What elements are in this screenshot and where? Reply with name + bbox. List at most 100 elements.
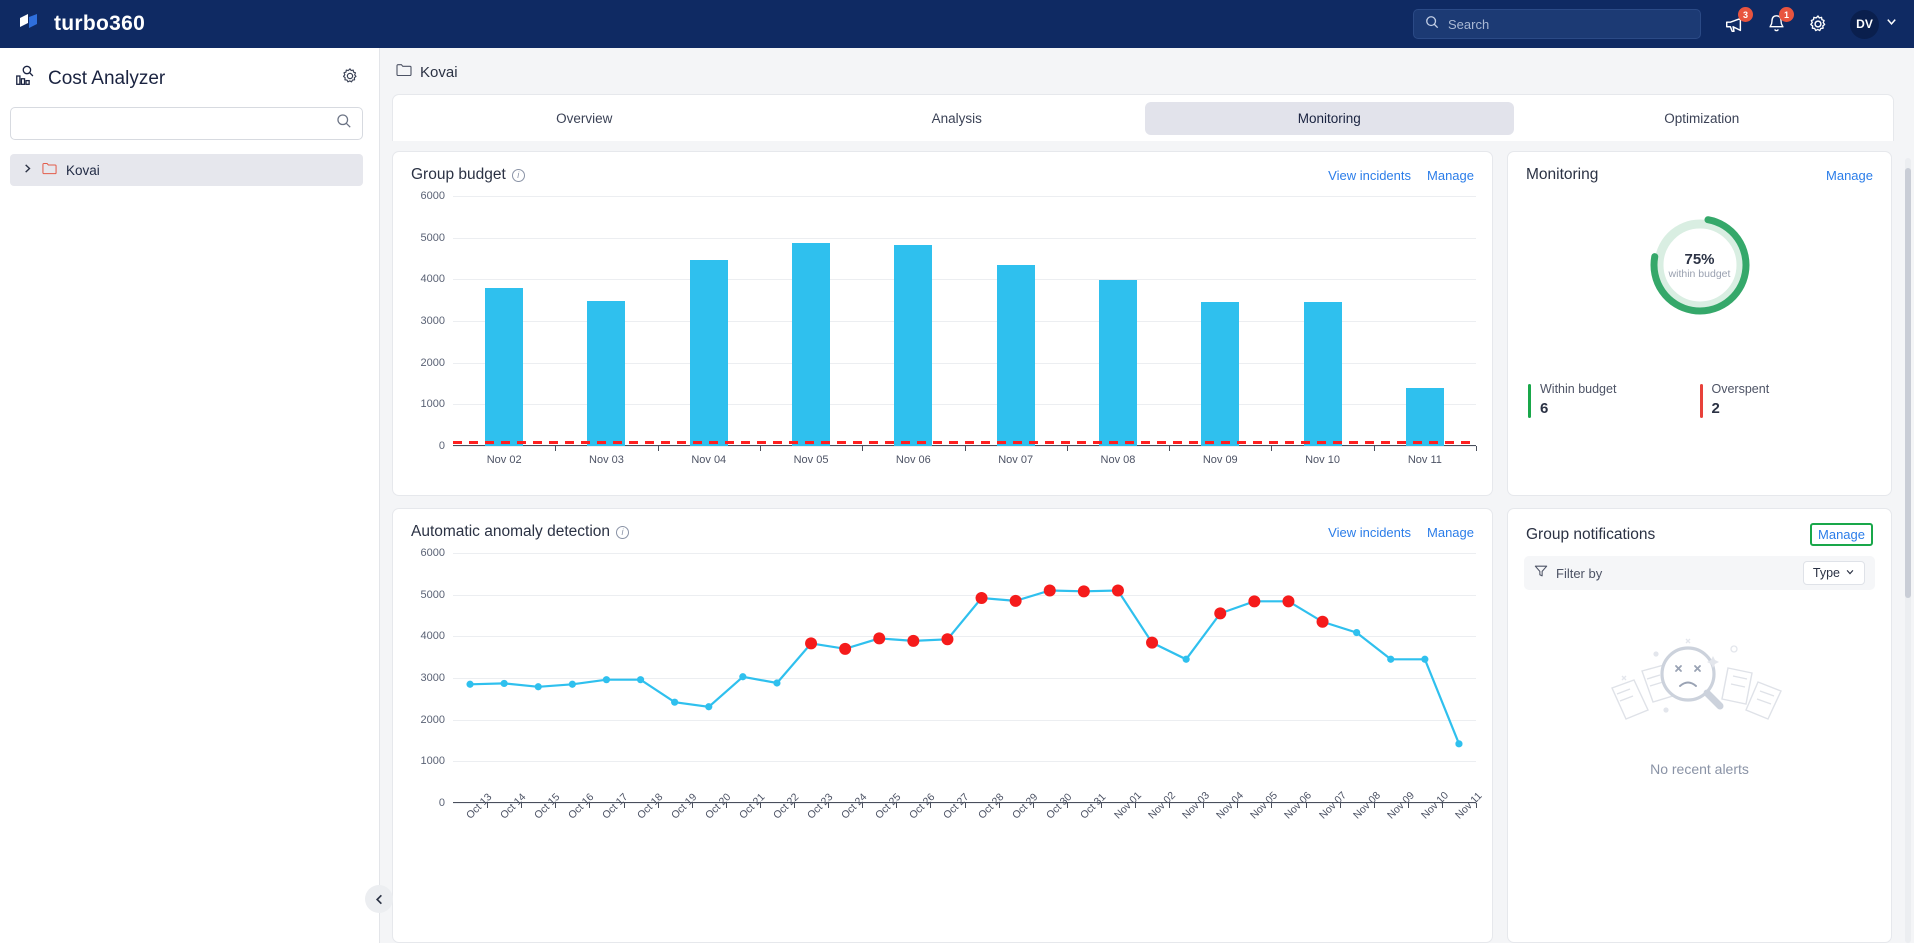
tab-optimization[interactable]: Optimization	[1518, 102, 1887, 135]
manage-link[interactable]: Manage	[1826, 168, 1873, 183]
anomaly-point[interactable]	[1043, 584, 1056, 597]
data-point[interactable]	[1387, 655, 1395, 663]
bar[interactable]	[792, 242, 831, 446]
search-icon	[1425, 15, 1439, 34]
bar[interactable]	[1098, 280, 1137, 446]
data-point[interactable]	[602, 676, 611, 684]
group-budget-chart: 0 1000 2000 3000 4000 5000 6000 Nov 02 Nov 03 No…	[393, 190, 1492, 474]
data-point[interactable]	[671, 698, 679, 706]
anomaly-point[interactable]	[1111, 584, 1124, 597]
y-axis-tick-label: 3000	[420, 672, 445, 684]
notifications-button[interactable]: 1	[1767, 7, 1794, 34]
data-point[interactable]	[568, 680, 576, 688]
chevron-right-icon[interactable]	[22, 161, 33, 179]
data-point[interactable]	[1182, 655, 1190, 663]
bar[interactable]	[689, 260, 728, 446]
data-point[interactable]	[1421, 655, 1429, 663]
bar[interactable]	[587, 301, 626, 446]
sidebar-settings-gear-icon[interactable]	[341, 67, 359, 90]
topbar-actions: 3 1 DV	[1413, 7, 1898, 39]
data-point[interactable]	[1455, 740, 1463, 748]
group-budget-card: Group budget i View incidents Manage 0 10…	[392, 151, 1493, 496]
donut: 75% within budget	[1647, 212, 1753, 318]
bar[interactable]	[996, 264, 1035, 446]
anomaly-point[interactable]	[1248, 595, 1261, 608]
cost-analyzer-icon	[14, 64, 38, 93]
tab-overview[interactable]: Overview	[400, 102, 769, 135]
sidebar-item-kovai[interactable]: Kovai	[10, 154, 363, 186]
data-point[interactable]	[705, 703, 713, 711]
data-point[interactable]	[636, 676, 645, 684]
manage-link[interactable]: Manage	[1427, 168, 1474, 183]
anomaly-point[interactable]	[805, 637, 818, 650]
app-root: turbo360 3	[0, 0, 1914, 943]
sidebar-collapse-button[interactable]	[365, 885, 393, 913]
bar[interactable]	[894, 244, 933, 446]
user-menu[interactable]: DV	[1850, 9, 1898, 39]
data-point[interactable]	[500, 679, 508, 688]
data-point[interactable]	[739, 673, 747, 681]
y-axis-tick-label: 5000	[420, 231, 445, 244]
anomaly-point[interactable]	[907, 634, 920, 647]
anomaly-point[interactable]	[1282, 595, 1295, 608]
type-filter-dropdown[interactable]: Type	[1802, 561, 1865, 585]
announcements-button[interactable]: 3	[1723, 7, 1753, 34]
bar[interactable]	[1201, 302, 1240, 446]
info-icon[interactable]: i	[616, 525, 630, 539]
tab-analysis[interactable]: Analysis	[773, 102, 1142, 135]
gridline	[453, 237, 1476, 239]
legend-value: 6	[1540, 400, 1549, 417]
group-budget-header: Group budget i View incidents Manage	[393, 152, 1492, 190]
anomaly-point[interactable]	[1214, 607, 1227, 620]
anomaly-point[interactable]	[1009, 594, 1022, 607]
y-axis-tick-label: 1000	[420, 755, 445, 768]
data-point[interactable]	[534, 683, 542, 691]
view-incidents-link[interactable]: View incidents	[1328, 168, 1411, 183]
anomaly-point[interactable]	[941, 633, 954, 646]
legend-color-bar	[1699, 384, 1703, 418]
info-icon[interactable]: i	[511, 168, 525, 182]
data-point[interactable]	[1353, 628, 1361, 637]
global-search[interactable]	[1413, 9, 1701, 39]
x-axis-tick-label: Nov 11	[1407, 454, 1442, 466]
anomaly-point[interactable]	[839, 642, 852, 655]
chevron-down-icon	[1845, 566, 1855, 580]
main-scrollbar-thumb[interactable]	[1905, 168, 1911, 598]
anomaly-point[interactable]	[1077, 585, 1090, 598]
left-column: Group budget i View incidents Manage 0 10…	[392, 151, 1493, 943]
brand[interactable]: turbo360	[16, 11, 145, 37]
bar[interactable]	[485, 287, 524, 446]
manage-link[interactable]: Manage	[1810, 523, 1873, 546]
x-axis-tick-label: Nov 06	[895, 454, 931, 466]
y-axis-tick-label: 2000	[420, 713, 445, 726]
data-point[interactable]	[773, 679, 781, 687]
main-content: Kovai Overview Analysis Monitoring Optim…	[380, 48, 1914, 943]
monitoring-card: Monitoring Manage 75% within budget With…	[1507, 151, 1892, 496]
x-axis-tick-label: Nov 07	[998, 454, 1034, 466]
app-body: Cost Analyzer Kovai Kovai Overview Analy…	[0, 48, 1914, 943]
anomaly-point[interactable]	[975, 592, 988, 604]
avatar: DV	[1850, 9, 1879, 39]
sidebar-search-input[interactable]	[21, 116, 336, 131]
anomaly-chart: 0 1000 2000 3000 4000 5000 6000 Oct 13 Oct 14 Oc…	[393, 547, 1492, 863]
dashboard-content: Group budget i View incidents Manage 0 10…	[380, 141, 1914, 943]
anomaly-title: Automatic anomaly detection	[411, 523, 611, 540]
anomaly-point[interactable]	[1146, 636, 1159, 649]
anomaly-point[interactable]	[1316, 615, 1329, 628]
card-title: Group budget i	[411, 166, 525, 184]
bar[interactable]	[1303, 302, 1342, 446]
bar[interactable]	[1405, 387, 1444, 446]
anomaly-point[interactable]	[873, 632, 886, 645]
manage-link[interactable]: Manage	[1427, 525, 1474, 540]
y-axis-tick-label: 3000	[420, 315, 445, 327]
tab-monitoring[interactable]: Monitoring	[1145, 102, 1514, 135]
gridline	[453, 279, 1476, 281]
anomaly-header: Automatic anomaly detection i View incid…	[393, 509, 1492, 547]
data-point[interactable]	[466, 680, 474, 688]
notifications-empty-state: No recent alerts	[1508, 590, 1891, 795]
settings-button[interactable]	[1808, 14, 1828, 34]
view-incidents-link[interactable]: View incidents	[1328, 525, 1411, 540]
search-input[interactable]	[1448, 16, 1689, 32]
sidebar-search[interactable]	[10, 107, 363, 140]
line-chart-plot-area: 0 1000 2000 3000 4000 5000 6000	[421, 547, 1477, 809]
